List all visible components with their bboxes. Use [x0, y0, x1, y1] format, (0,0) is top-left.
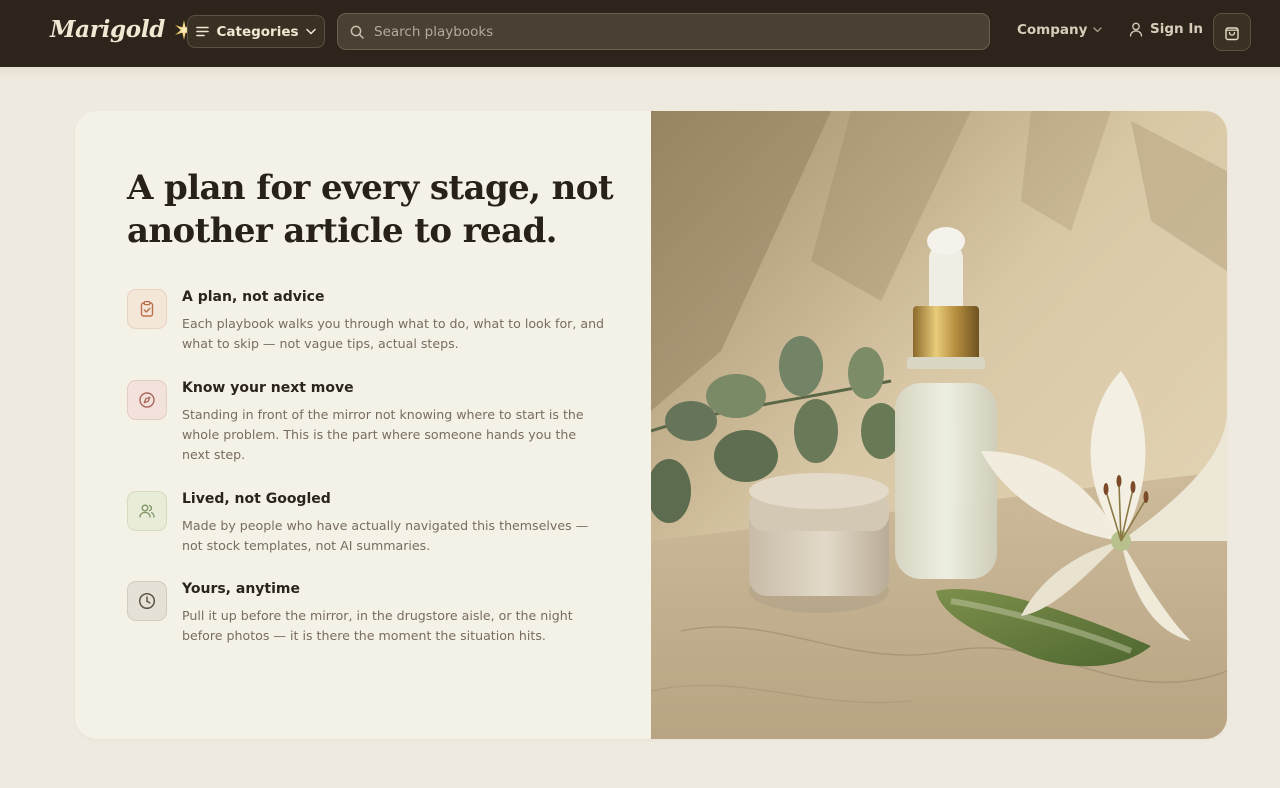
- chevron-down-icon: [1093, 27, 1103, 33]
- clock-icon: [127, 581, 167, 621]
- feature-description: Standing in front of the mirror not know…: [182, 407, 584, 462]
- chevron-down-icon: [305, 28, 316, 35]
- feature-title: A plan, not advice: [182, 289, 325, 305]
- feature-list-panel: A plan for every stage, not another arti…: [75, 111, 651, 739]
- page-title: A plan for every stage, not another arti…: [127, 167, 627, 253]
- headline-line-1: A plan for every stage, not: [127, 168, 614, 208]
- compass-icon: [127, 380, 167, 420]
- feature-description: Pull it up before the mirror, in the dru…: [182, 608, 573, 643]
- feature-title: Lived, not Googled: [182, 491, 331, 507]
- top-nav: Marigold Categories Company: [0, 0, 1280, 67]
- cart-button[interactable]: [1213, 13, 1251, 51]
- company-menu[interactable]: Company: [1017, 22, 1103, 38]
- users-icon: [127, 491, 167, 531]
- company-label: Company: [1017, 22, 1088, 38]
- logo-text: Marigold: [50, 16, 166, 43]
- search-icon: [350, 25, 364, 39]
- skincare-product-photo: [651, 111, 1227, 739]
- sign-in-label: Sign In: [1150, 21, 1203, 37]
- search-input[interactable]: [374, 23, 974, 40]
- feature-title: Yours, anytime: [182, 581, 300, 597]
- feature-title: Know your next move: [182, 380, 354, 396]
- feature-description: Made by people who have actually navigat…: [182, 518, 589, 553]
- nav-shadow: [0, 67, 1280, 81]
- hero-image: [651, 111, 1227, 739]
- feature-description: Each playbook walks you through what to …: [182, 316, 605, 351]
- user-icon: [1129, 22, 1143, 37]
- clipboard-check-icon: [127, 289, 167, 329]
- categories-label: Categories: [216, 23, 299, 40]
- logo[interactable]: Marigold: [50, 16, 195, 43]
- categories-button[interactable]: Categories: [187, 15, 325, 48]
- menu-icon: [196, 26, 210, 37]
- shopping-bag-icon: [1225, 26, 1239, 40]
- headline-line-2: another article to read.: [127, 211, 558, 251]
- feature-card: A plan for every stage, not another arti…: [75, 111, 1227, 739]
- sign-in-link[interactable]: Sign In: [1129, 21, 1203, 37]
- search-bar[interactable]: [337, 13, 990, 50]
